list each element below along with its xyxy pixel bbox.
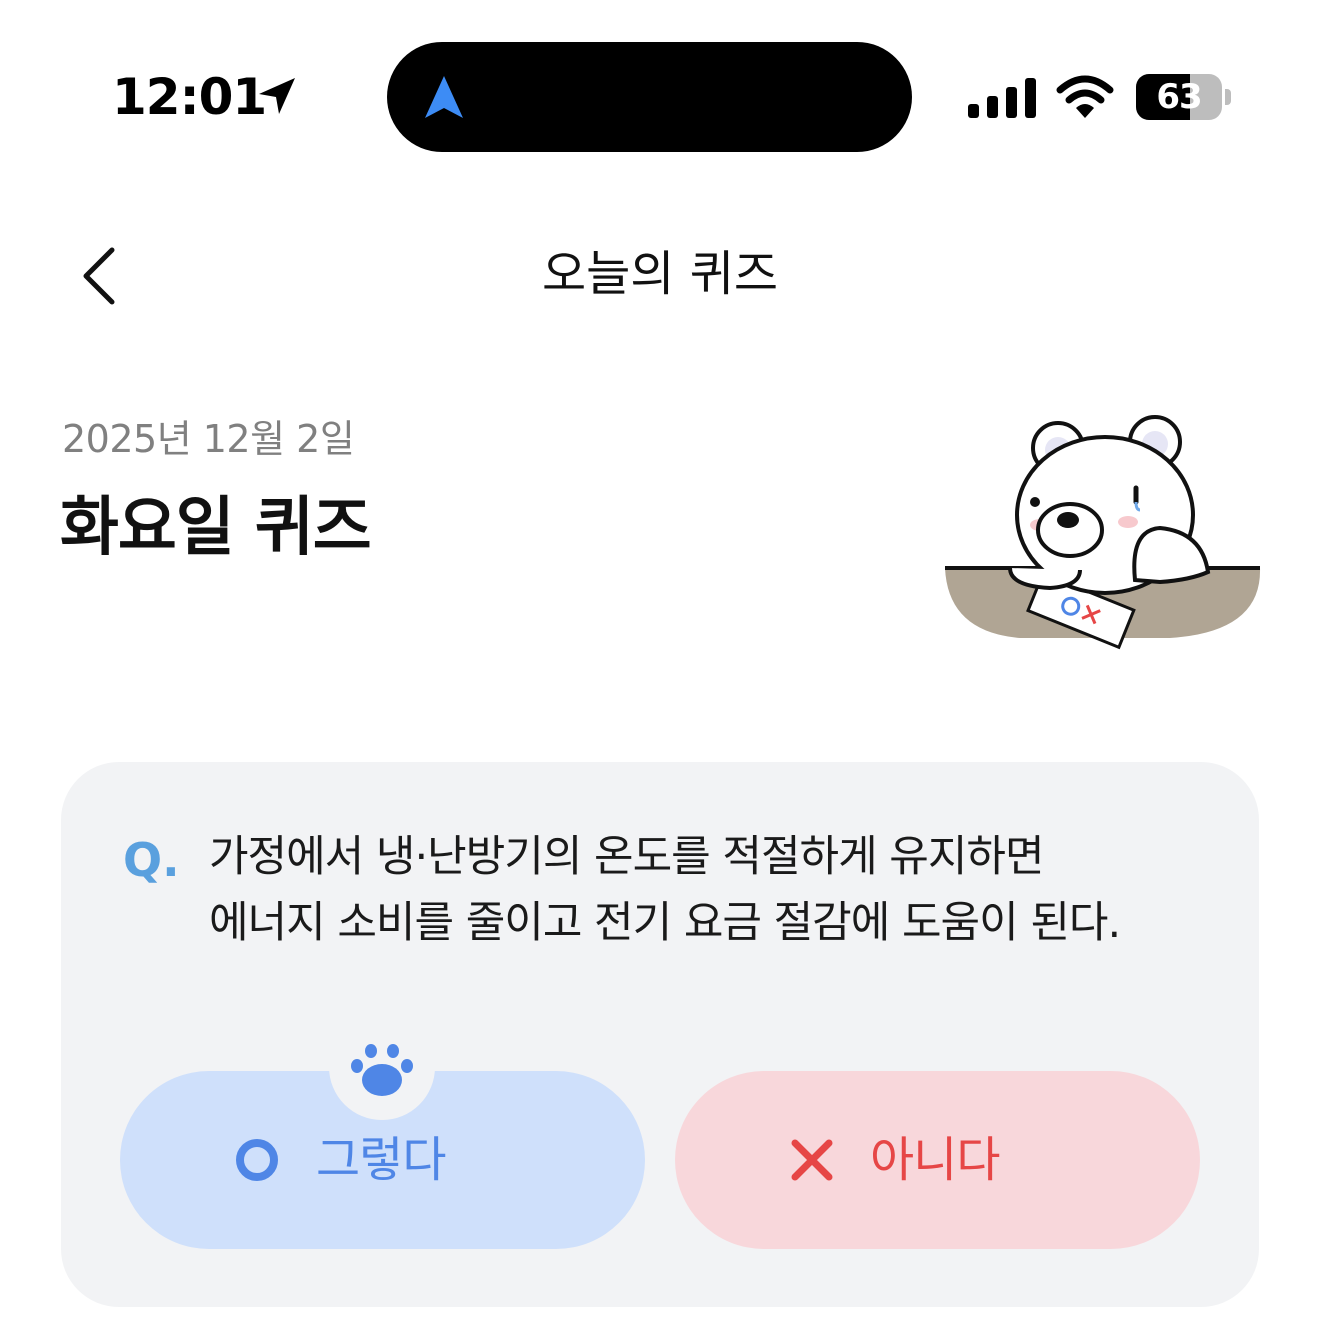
question-line-1: 가정에서 냉·난방기의 온도를 적절하게 유지하면	[209, 832, 1045, 882]
answer-no-button[interactable]: 아니다	[675, 1071, 1200, 1249]
status-time: 12:01	[112, 68, 267, 126]
wifi-icon	[1056, 75, 1114, 118]
dynamic-island[interactable]	[387, 42, 912, 152]
circle-o-icon	[236, 1139, 278, 1181]
location-arrow-icon	[259, 78, 295, 114]
quiz-card: Q. 가정에서 냉·난방기의 온도를 적절하게 유지하면 에너지 소비를 줄이고…	[61, 762, 1259, 1307]
quiz-screen: 12:01 63 오늘의 퀴즈 2025년 12월 2일 화요일 퀴즈 Q. 가…	[0, 0, 1320, 1319]
bear-mascot-illustration	[945, 415, 1261, 650]
cross-x-icon	[791, 1139, 833, 1181]
paw-icon	[351, 1044, 413, 1096]
quiz-title: 화요일 퀴즈	[60, 491, 372, 565]
battery-indicator: 63	[1136, 74, 1232, 120]
question-line-2: 에너지 소비를 줄이고 전기 요금 절감에 도움이 된다.	[209, 898, 1121, 948]
quiz-date: 2025년 12월 2일	[62, 417, 355, 461]
paw-selection-badge	[329, 1014, 435, 1120]
answer-no-label: 아니다	[870, 1132, 1000, 1188]
cellular-signal-icon	[968, 78, 1036, 118]
battery-percent: 63	[1156, 77, 1202, 117]
page-title: 오늘의 퀴즈	[541, 246, 779, 302]
question-mark-label: Q.	[123, 833, 180, 887]
answer-yes-label: 그렇다	[316, 1132, 446, 1188]
navigation-arrow-icon	[425, 76, 463, 118]
question-text: 가정에서 냉·난방기의 온도를 적절하게 유지하면 에너지 소비를 줄이고 전기…	[209, 824, 1199, 956]
